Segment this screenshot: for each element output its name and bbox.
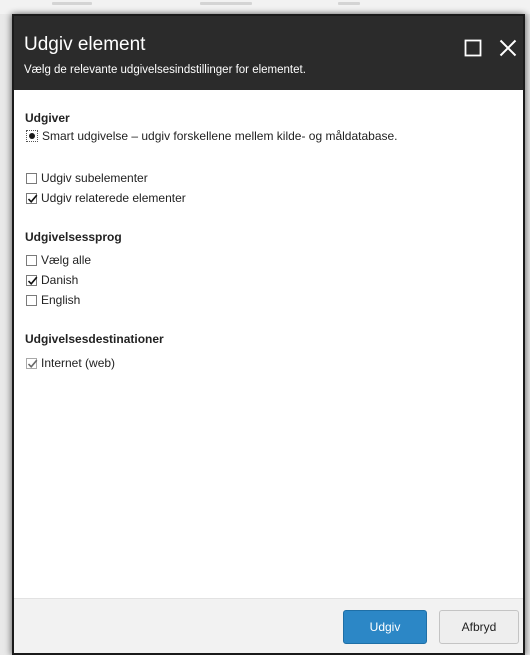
publish-item-dialog: Udgiv element Vælg de relevante udgivels… [12,14,525,655]
cancel-button[interactable]: Afbryd [439,610,519,644]
publisher-heading: Udgiver [25,111,70,125]
english-checkbox[interactable] [26,294,37,306]
background-text-fragment [200,2,252,5]
dialog-footer: Udgiv Afbryd [14,598,523,653]
danish-checkbox[interactable] [26,274,38,286]
language-label: Danish [41,273,79,287]
publish-subitems-label: Udgiv subelementer [41,171,148,185]
languages-heading: Udgivelsessprog [25,230,122,244]
checkmark-icon [27,194,38,203]
close-icon[interactable] [498,38,518,58]
maximize-icon[interactable] [463,38,483,58]
radio-selected-dot [29,133,35,139]
language-label: Vælg alle [41,253,92,267]
smart-publish-radio[interactable] [26,130,38,142]
language-option-english[interactable]: English [26,292,80,308]
background-text-fragment [338,2,360,5]
target-label: Internet (web) [41,356,116,370]
publish-subitems-checkbox[interactable] [26,172,37,184]
dialog-subtitle: Vælg de relevante udgivelsesindstillinge… [24,64,306,76]
checkmark-icon [27,359,38,368]
checkmark-icon [27,276,38,285]
dialog-header: Udgiv element Vælg de relevante udgivels… [14,16,523,90]
dialog-title: Udgiv element [24,34,146,55]
publish-related-option[interactable]: Udgiv relaterede elementer [26,190,186,206]
targets-heading: Udgivelsesdestinationer [25,332,164,346]
publish-subitems-option[interactable]: Udgiv subelementer [26,170,148,186]
smart-publish-radio-option[interactable]: Smart udgivelse – udgiv forskellene mell… [26,128,398,144]
dialog-body: Udgiver Smart udgivelse – udgiv forskell… [14,90,523,600]
background-page-strip [0,0,530,14]
target-option-internet: Internet (web) [26,355,115,371]
smart-publish-label: Smart udgivelse – udgiv forskellene mell… [42,129,398,143]
language-option-select-all[interactable]: Vælg alle [26,252,91,268]
publish-related-checkbox[interactable] [26,192,38,204]
language-option-danish[interactable]: Danish [26,272,78,288]
internet-target-checkbox [26,357,38,369]
select-all-checkbox[interactable] [26,254,37,266]
publish-button[interactable]: Udgiv [343,610,427,644]
background-text-fragment [52,2,92,5]
language-label: English [41,293,81,307]
publish-related-label: Udgiv relaterede elementer [41,191,186,205]
